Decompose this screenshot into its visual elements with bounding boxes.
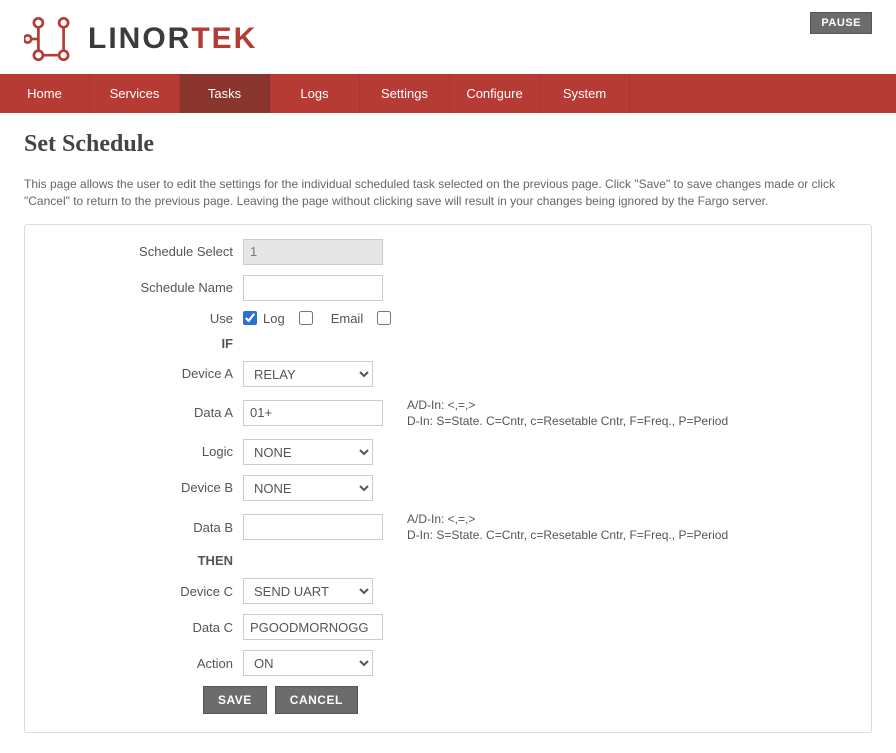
schedule-select-input [243, 239, 383, 265]
schedule-form-panel: Schedule Select Schedule Name Use Log [24, 224, 872, 734]
device-a-label: Device A [43, 366, 243, 381]
device-c-select[interactable]: SEND UART [243, 578, 373, 604]
email-checkbox[interactable] [377, 311, 391, 325]
use-checkbox[interactable] [243, 311, 257, 325]
schedule-name-input[interactable] [243, 275, 383, 301]
device-b-label: Device B [43, 480, 243, 495]
page-title: Set Schedule [24, 131, 872, 158]
schedule-select-label: Schedule Select [43, 244, 243, 259]
main-nav: Home Services Tasks Logs Settings Config… [0, 74, 896, 113]
data-a-input[interactable] [243, 400, 383, 426]
brand-prefix: LINOR [88, 22, 191, 55]
nav-tasks[interactable]: Tasks [180, 74, 270, 113]
data-c-input[interactable] [243, 614, 383, 640]
nav-configure[interactable]: Configure [450, 74, 540, 113]
use-label: Use [43, 311, 243, 326]
save-button[interactable]: SAVE [203, 686, 267, 714]
device-a-select[interactable]: RELAY [243, 361, 373, 387]
linortek-icon [24, 12, 78, 66]
action-select[interactable]: ON [243, 650, 373, 676]
nav-settings[interactable]: Settings [360, 74, 450, 113]
brand-logo: LINORTEK [24, 12, 257, 66]
nav-services[interactable]: Services [90, 74, 180, 113]
nav-home[interactable]: Home [0, 74, 90, 113]
data-b-label: Data B [43, 520, 243, 535]
data-a-label: Data A [43, 405, 243, 420]
then-label: THEN [43, 553, 243, 568]
page-description: This page allows the user to edit the se… [24, 176, 872, 210]
email-label: Email [331, 311, 364, 326]
data-b-input[interactable] [243, 514, 383, 540]
data-b-hint: A/D-In: <,=,> D-In: S=State. C=Cntr, c=R… [407, 511, 728, 543]
nav-logs[interactable]: Logs [270, 74, 360, 113]
pause-button[interactable]: PAUSE [810, 12, 872, 34]
cancel-button[interactable]: CANCEL [275, 686, 358, 714]
device-c-label: Device C [43, 584, 243, 599]
action-label: Action [43, 656, 243, 671]
nav-system[interactable]: System [540, 74, 630, 113]
device-b-select[interactable]: NONE [243, 475, 373, 501]
data-c-label: Data C [43, 620, 243, 635]
data-a-hint: A/D-In: <,=,> D-In: S=State. C=Cntr, c=R… [407, 397, 728, 429]
logic-select[interactable]: NONE [243, 439, 373, 465]
logic-label: Logic [43, 444, 243, 459]
brand-suffix: TEK [191, 22, 257, 55]
log-checkbox[interactable] [299, 311, 313, 325]
if-label: IF [43, 336, 243, 351]
schedule-name-label: Schedule Name [43, 280, 243, 295]
log-label: Log [263, 311, 285, 326]
